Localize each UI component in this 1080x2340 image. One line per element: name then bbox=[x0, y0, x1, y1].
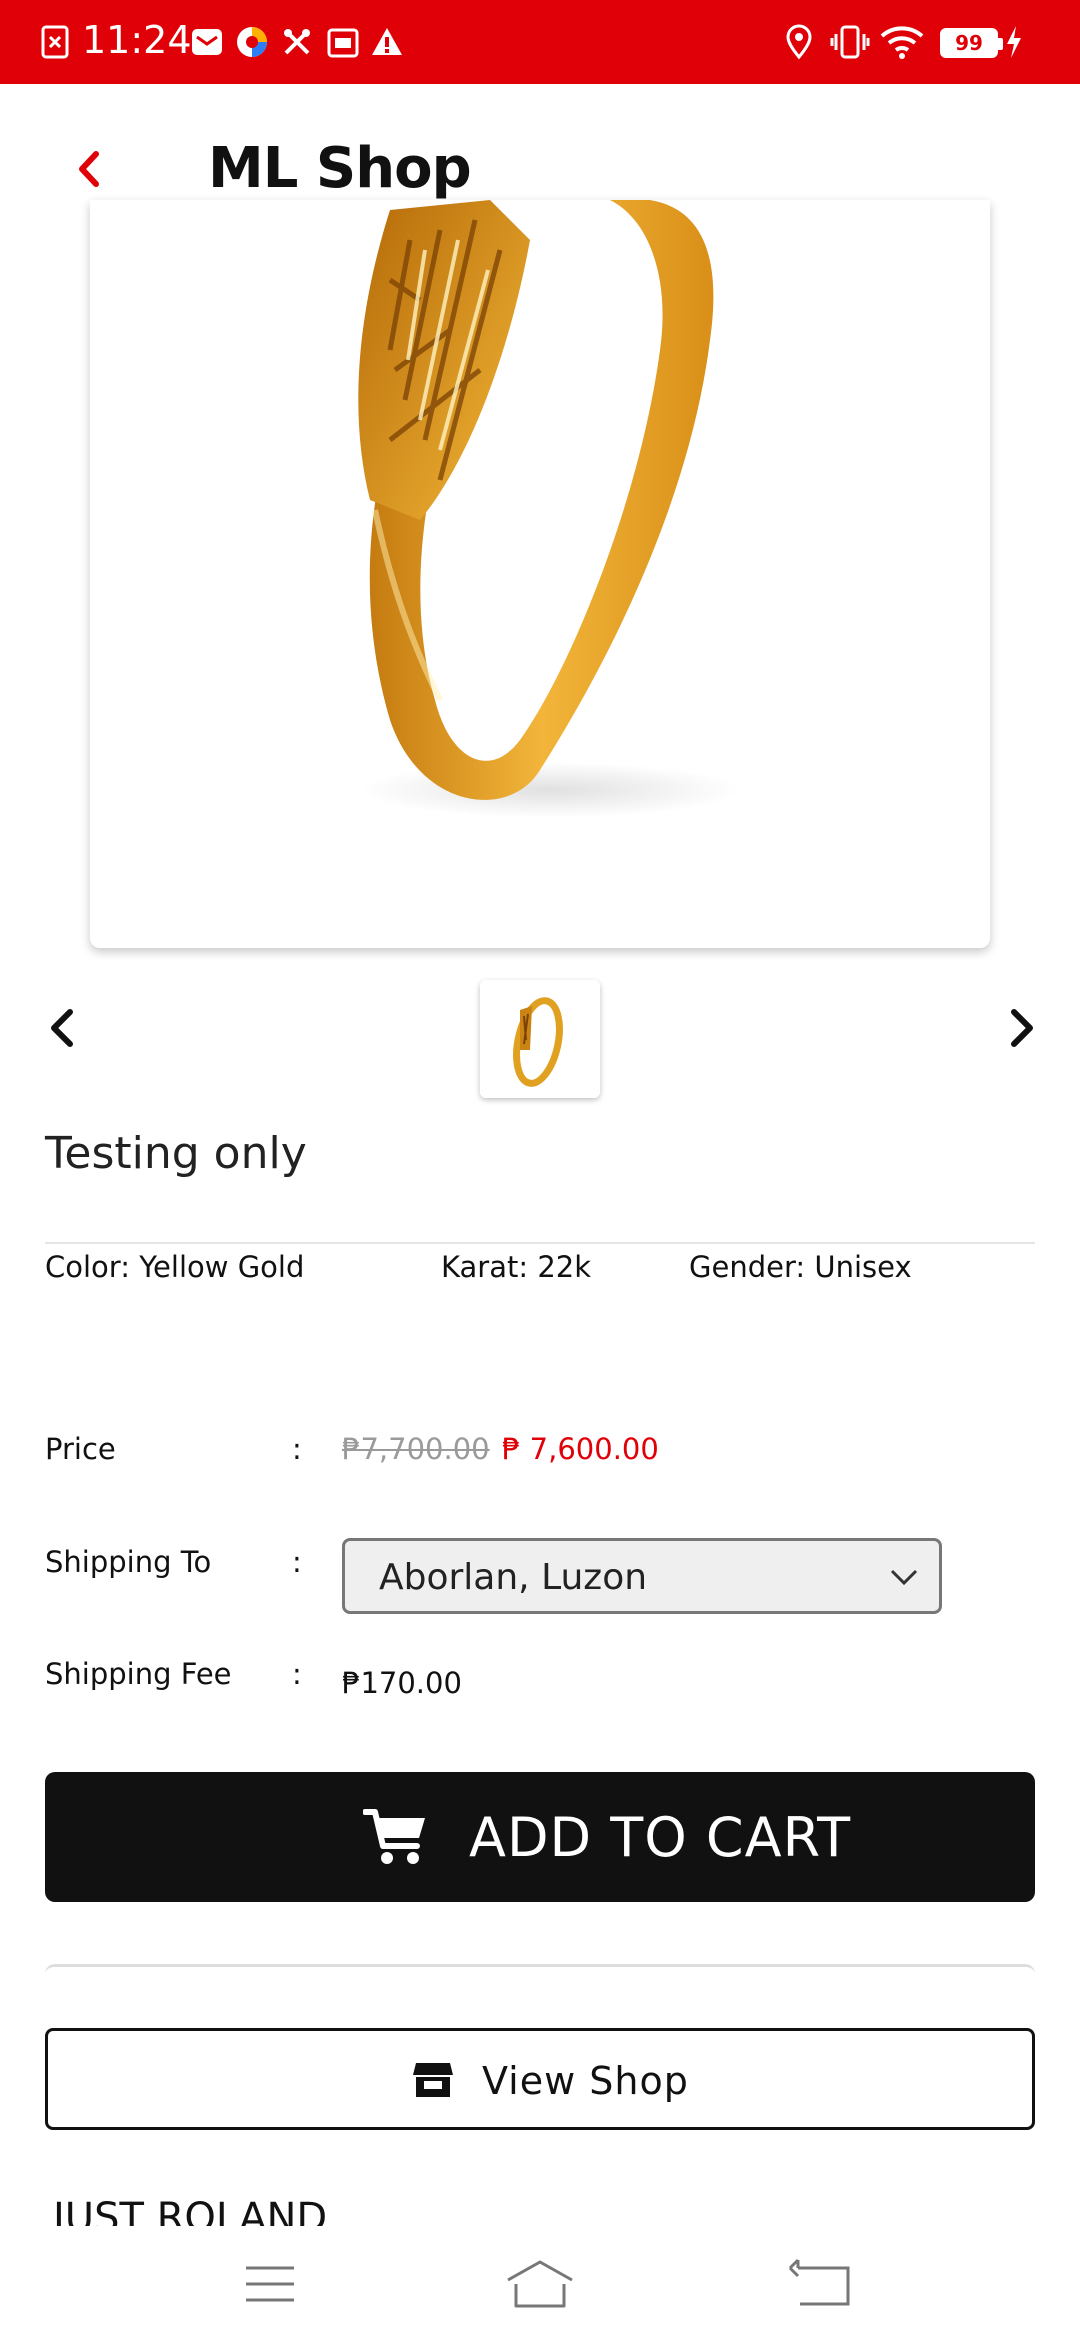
product-thumbnail[interactable] bbox=[480, 980, 600, 1098]
attribute-gender: Gender: Unisex bbox=[689, 1250, 912, 1284]
home-icon bbox=[507, 2260, 573, 2308]
sale-price: ₱ 7,600.00 bbox=[502, 1432, 659, 1466]
browser-icon bbox=[234, 22, 270, 62]
tools-icon bbox=[280, 22, 314, 62]
charging-icon bbox=[1004, 22, 1024, 62]
product-name: Testing only bbox=[45, 1128, 307, 1179]
notification-x-icon bbox=[40, 22, 70, 62]
wifi-icon bbox=[880, 22, 924, 62]
price-colon: : bbox=[292, 1432, 302, 1466]
shipping-fee-label: Shipping Fee bbox=[45, 1657, 232, 1691]
calendar-icon bbox=[326, 22, 360, 62]
price-label: Price bbox=[45, 1432, 116, 1466]
back-button[interactable] bbox=[60, 134, 120, 204]
vibrate-icon bbox=[830, 22, 870, 62]
carousel-next-button[interactable] bbox=[1000, 1000, 1044, 1056]
shop-name-container: JUST ROLAND bbox=[45, 2196, 645, 2226]
shipping-fee-colon: : bbox=[292, 1657, 302, 1691]
back-icon bbox=[788, 2258, 850, 2306]
battery-icon: 99 bbox=[940, 28, 1003, 58]
home-nav-button[interactable] bbox=[500, 2254, 580, 2314]
store-icon bbox=[413, 2063, 453, 2097]
status-bar: 11:24 99 bbox=[0, 0, 1080, 84]
shipping-location-value: Aborlan, Luzon bbox=[379, 1557, 648, 1598]
page-title: ML Shop bbox=[208, 136, 472, 201]
location-icon bbox=[784, 22, 814, 62]
chevron-down-icon bbox=[890, 1569, 918, 1586]
system-nav-bar bbox=[0, 2230, 1080, 2340]
attribute-color: Color: Yellow Gold bbox=[45, 1250, 305, 1284]
menu-nav-button[interactable] bbox=[230, 2254, 310, 2314]
menu-icon bbox=[246, 2266, 294, 2302]
view-shop-button[interactable]: View Shop bbox=[45, 2028, 1035, 2130]
warning-icon bbox=[370, 22, 404, 62]
shipping-to-colon: : bbox=[292, 1545, 302, 1579]
chevron-right-icon bbox=[1011, 1009, 1033, 1047]
status-time: 11:24 bbox=[82, 18, 192, 62]
view-shop-label: View Shop bbox=[482, 2059, 689, 2103]
add-to-cart-button[interactable]: ADD TO CART bbox=[45, 1772, 1035, 1902]
old-price: ₱7,700.00 bbox=[342, 1432, 490, 1466]
shipping-location-select[interactable]: Aborlan, Luzon bbox=[342, 1538, 942, 1614]
shop-name: JUST ROLAND bbox=[53, 2196, 328, 2226]
back-nav-button[interactable] bbox=[784, 2254, 864, 2314]
shipping-fee-value: ₱170.00 bbox=[342, 1666, 462, 1700]
chevron-left-icon bbox=[79, 151, 99, 187]
carousel-prev-button[interactable] bbox=[40, 1000, 84, 1056]
product-image[interactable] bbox=[90, 200, 990, 948]
section-divider bbox=[45, 1964, 1035, 1978]
attribute-karat: Karat: 22k bbox=[441, 1250, 592, 1284]
chevron-left-icon bbox=[51, 1009, 73, 1047]
shipping-to-label: Shipping To bbox=[45, 1545, 212, 1579]
divider bbox=[45, 1242, 1035, 1244]
mail-icon bbox=[190, 22, 224, 62]
cart-icon bbox=[363, 1809, 425, 1864]
add-to-cart-label: ADD TO CART bbox=[469, 1806, 852, 1869]
battery-level: 99 bbox=[955, 31, 983, 55]
